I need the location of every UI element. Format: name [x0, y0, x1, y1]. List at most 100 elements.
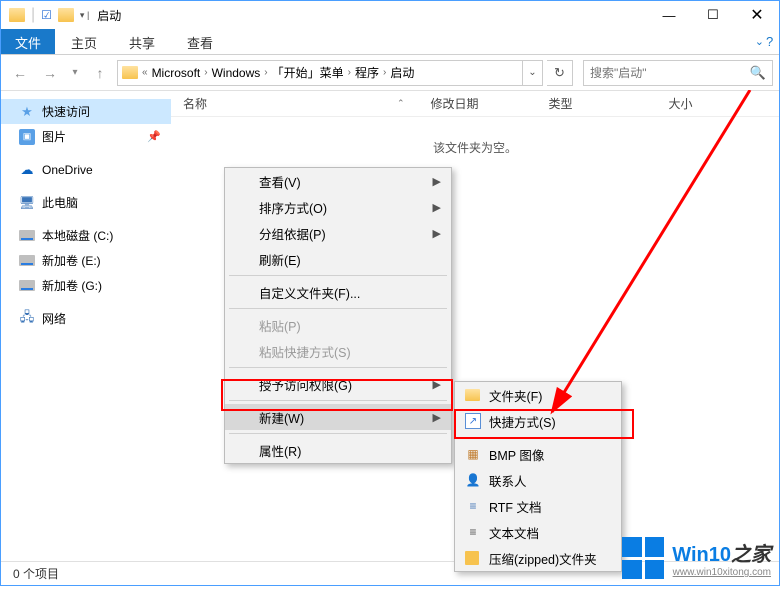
- item-count: 0 个项目: [13, 565, 59, 582]
- star-icon: ★: [19, 104, 35, 120]
- menu-item-label: BMP 图像: [489, 445, 544, 464]
- menu-item[interactable]: 新建(W)▶: [225, 404, 451, 430]
- nav-up-button[interactable]: ↑: [87, 60, 113, 86]
- navbar: ← → ▾ ↑ « Microsoft › Windows › 「开始」菜单 ›…: [1, 55, 779, 91]
- nav-back-button[interactable]: ←: [7, 60, 33, 86]
- sidebar: ★ 快速访问 ▣ 图片 📌 ☁ OneDrive 🖥 此电脑本地磁盘 (C:)新加卷 (E:) 新…: [1, 91, 171, 561]
- menu-item[interactable]: 授予访问权限(G)▶: [225, 371, 451, 397]
- tab-share[interactable]: 共享: [113, 29, 171, 54]
- menu-item: 粘贴(P): [225, 312, 451, 338]
- breadcrumb[interactable]: Windows: [208, 66, 265, 80]
- menu-item[interactable]: 自定义文件夹(F)...: [225, 279, 451, 305]
- search-icon[interactable]: 🔍: [750, 65, 766, 81]
- sidebar-item-star-0[interactable]: ★ 快速访问: [1, 99, 171, 124]
- titlebar: | ☑ ▾ | 启动 — ☐ ✕: [1, 1, 779, 29]
- disk-icon: [19, 230, 35, 241]
- txt-icon: ≡: [465, 524, 481, 540]
- watermark: Win10之家 www.win10xitong.com: [622, 537, 771, 579]
- tab-view[interactable]: 查看: [171, 29, 229, 54]
- sidebar-item-disk-4[interactable]: 本地磁盘 (C:): [1, 223, 171, 248]
- contact-icon: 👤: [465, 472, 481, 488]
- sidebar-item-label: 图片: [42, 128, 66, 145]
- folder-icon: [9, 8, 25, 22]
- menu-item-bmp[interactable]: ▦BMP 图像: [455, 441, 621, 467]
- watermark-url: www.win10xitong.com: [672, 567, 771, 578]
- breadcrumb[interactable]: Microsoft: [148, 66, 205, 80]
- sidebar-item-label: 新加卷 (G:): [42, 277, 102, 294]
- menu-item[interactable]: 查看(V)▶: [225, 168, 451, 194]
- divider: |: [31, 6, 35, 24]
- menu-item-shortcut[interactable]: ↗ 快捷方式(S): [455, 408, 621, 434]
- pc-icon: 🖥: [19, 195, 35, 211]
- menu-item-label: 联系人: [489, 471, 527, 490]
- context-menu: 查看(V)▶排序方式(O)▶分组依据(P)▶刷新(E) 自定义文件夹(F)... 粘…: [224, 167, 452, 464]
- net-icon: 🖧: [19, 311, 35, 327]
- sidebar-item-label: 网络: [42, 310, 66, 327]
- menu-separator: [229, 367, 447, 368]
- menu-item-label: 快捷方式(S): [489, 412, 556, 431]
- nav-recent-button[interactable]: ▾: [67, 60, 83, 86]
- refresh-button[interactable]: ↻: [547, 60, 573, 86]
- menu-item-rtf[interactable]: ≡RTF 文档: [455, 493, 621, 519]
- watermark-text: Win10之家: [672, 538, 771, 567]
- address-bar[interactable]: « Microsoft › Windows › 「开始」菜单 › 程序 › 启动…: [117, 60, 543, 86]
- address-dropdown-button[interactable]: ⌄: [522, 61, 542, 85]
- sidebar-item-label: OneDrive: [42, 163, 93, 177]
- disk-icon: [19, 280, 35, 291]
- sidebar-item-label: 快速访问: [42, 103, 90, 120]
- disk-icon: [19, 255, 35, 266]
- menu-item: 粘贴快捷方式(S): [225, 338, 451, 364]
- sidebar-item-pc-3[interactable]: 🖥 此电脑: [1, 190, 171, 215]
- sidebar-item-cloud-2[interactable]: ☁ OneDrive: [1, 157, 171, 182]
- menu-separator: [229, 433, 447, 434]
- search-box[interactable]: 🔍: [583, 60, 773, 86]
- menu-item-label: 压缩(zipped)文件夹: [489, 549, 597, 568]
- sidebar-item-net-7[interactable]: 🖧 网络: [1, 306, 171, 331]
- check-icon: ☑: [41, 8, 52, 22]
- zip-icon: [465, 551, 479, 565]
- pic-icon: ▣: [19, 129, 35, 145]
- menu-item-zip[interactable]: 压缩(zipped)文件夹: [455, 545, 621, 571]
- breadcrumb[interactable]: 「开始」菜单: [268, 64, 348, 81]
- col-name[interactable]: 名称: [171, 95, 421, 112]
- pin-icon: 📌: [147, 130, 161, 143]
- shortcut-icon: ↗: [465, 413, 481, 429]
- cloud-icon: ☁: [19, 162, 35, 178]
- menu-item[interactable]: 刷新(E): [225, 246, 451, 272]
- minimize-button[interactable]: —: [647, 1, 691, 29]
- folder-icon: [58, 8, 74, 22]
- search-input[interactable]: [590, 66, 750, 80]
- menu-item-label: 文件夹(F): [489, 386, 542, 405]
- submenu-arrow-icon: ▶: [433, 201, 441, 214]
- menu-separator: [229, 275, 447, 276]
- menu-item[interactable]: 属性(R): [225, 437, 451, 463]
- col-size[interactable]: 大小: [657, 95, 737, 112]
- close-button[interactable]: ✕: [735, 1, 779, 29]
- menu-item[interactable]: 排序方式(O)▶: [225, 194, 451, 220]
- menu-item-folder[interactable]: 文件夹(F): [455, 382, 621, 408]
- menu-item[interactable]: 分组依据(P)▶: [225, 220, 451, 246]
- submenu-arrow-icon: ▶: [433, 175, 441, 188]
- nav-forward-button[interactable]: →: [37, 60, 63, 86]
- menu-separator: [229, 308, 447, 309]
- windows-logo-icon: [622, 537, 664, 579]
- tab-home[interactable]: 主页: [55, 29, 113, 54]
- ribbon-expand-button[interactable]: ⌄ ?: [749, 29, 779, 54]
- submenu-arrow-icon: ▶: [433, 378, 441, 391]
- sidebar-item-pic-1[interactable]: ▣ 图片 📌: [1, 124, 171, 149]
- qat-dropdown-icon[interactable]: ▾ |: [80, 10, 89, 21]
- menu-separator: [229, 400, 447, 401]
- menu-item-contact[interactable]: 👤 联系人: [455, 467, 621, 493]
- empty-folder-message: 该文件夹为空。: [171, 139, 779, 156]
- file-tab[interactable]: 文件: [1, 29, 55, 54]
- breadcrumb[interactable]: 启动: [386, 64, 418, 81]
- menu-separator: [459, 437, 617, 438]
- maximize-button[interactable]: ☐: [691, 1, 735, 29]
- sidebar-item-label: 此电脑: [42, 194, 78, 211]
- col-type[interactable]: 类型: [537, 95, 657, 112]
- breadcrumb[interactable]: 程序: [351, 64, 383, 81]
- sidebar-item-disk-6[interactable]: 新加卷 (G:): [1, 273, 171, 298]
- sidebar-item-disk-5[interactable]: 新加卷 (E:): [1, 248, 171, 273]
- menu-item-txt[interactable]: ≡文本文档: [455, 519, 621, 545]
- col-date[interactable]: 修改日期: [419, 95, 537, 112]
